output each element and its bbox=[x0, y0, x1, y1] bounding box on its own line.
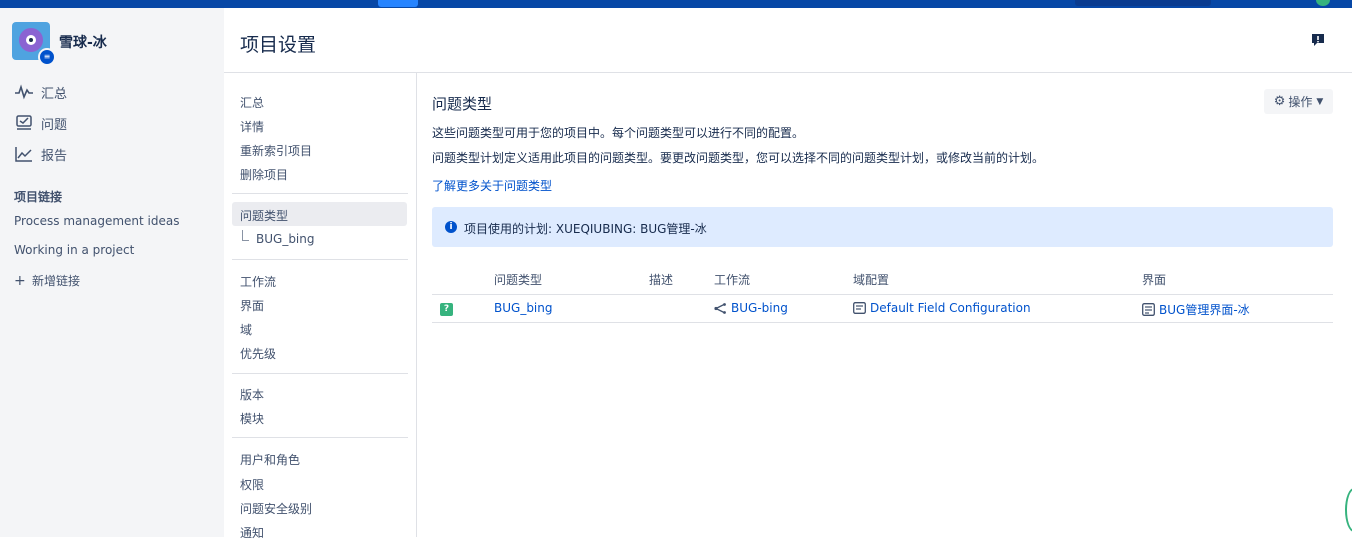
plus-icon: + bbox=[14, 273, 26, 289]
settings-nav-item-versions[interactable]: 版本 bbox=[240, 386, 264, 403]
project-link-item[interactable]: Process management ideas bbox=[14, 214, 179, 228]
column-header-workflow: 工作流 bbox=[714, 273, 751, 287]
workflow-label: BUG-bing bbox=[731, 301, 788, 315]
settings-nav-item-summary[interactable]: 汇总 bbox=[240, 94, 264, 111]
field-configuration-icon bbox=[853, 302, 866, 314]
top-navigation-bar bbox=[0, 0, 1352, 8]
issue-type-link[interactable]: BUG_bing bbox=[494, 301, 553, 315]
user-avatar[interactable] bbox=[1316, 0, 1330, 6]
column-header-issue-type: 问题类型 bbox=[494, 273, 543, 287]
sidebar-item-label: 报告 bbox=[41, 148, 68, 164]
nav-divider bbox=[232, 259, 408, 260]
gear-icon: ⚙ bbox=[1273, 94, 1286, 109]
page-title: 项目设置 bbox=[240, 34, 317, 56]
sidebar-item-label: 汇总 bbox=[41, 86, 68, 102]
settings-nav-item-priorities[interactable]: 优先级 bbox=[240, 345, 276, 362]
chevron-down-icon: ▼ bbox=[1316, 96, 1324, 107]
sidebar-item-summary[interactable]: 汇总 bbox=[14, 82, 67, 102]
sidebar-item-reports[interactable]: 报告 bbox=[14, 144, 67, 164]
column-header-description: 描述 bbox=[649, 273, 674, 287]
settings-nav-item-issue-types[interactable]: 问题类型 bbox=[240, 207, 288, 224]
description-text: 问题类型计划定义适用此项目的问题类型。要更改问题类型，您可以选择不同的问题类型计… bbox=[432, 151, 1045, 165]
project-avatar-face bbox=[19, 28, 43, 52]
workflow-icon bbox=[714, 302, 727, 314]
settings-nav-subitem-label: BUG_bing bbox=[256, 232, 315, 246]
sidebar-item-label: 问题 bbox=[41, 117, 68, 133]
nav-divider bbox=[232, 437, 408, 438]
project-avatar-badge-icon: ≡ bbox=[38, 48, 56, 66]
nav-divider bbox=[232, 373, 408, 374]
feedback-icon[interactable] bbox=[1311, 33, 1325, 47]
settings-nav-item-reindex[interactable]: 重新索引项目 bbox=[240, 142, 312, 159]
project-avatar[interactable]: ≡ bbox=[12, 22, 56, 66]
column-header-field-config: 域配置 bbox=[853, 273, 890, 287]
search-bar[interactable] bbox=[1075, 0, 1211, 6]
screen-link[interactable]: BUG管理界面-冰 bbox=[1142, 301, 1250, 318]
settings-nav-item-issue-security[interactable]: 问题安全级别 bbox=[240, 500, 312, 517]
add-link-button[interactable]: + 新增链接 bbox=[14, 272, 80, 289]
settings-nav-item-details[interactable]: 详情 bbox=[240, 118, 264, 135]
section-title: 问题类型 bbox=[432, 95, 493, 113]
project-links-heading: 项目链接 bbox=[14, 190, 63, 204]
workflow-link[interactable]: BUG-bing bbox=[714, 301, 788, 315]
screen-label: BUG管理界面-冰 bbox=[1159, 303, 1250, 317]
project-avatar-eye bbox=[26, 35, 36, 45]
actions-dropdown-button[interactable]: ⚙ 操作 ▼ bbox=[1264, 89, 1333, 114]
settings-nav-item-fields[interactable]: 域 bbox=[240, 321, 252, 338]
settings-nav-subitem-bug-bing[interactable]: BUG_bing bbox=[242, 230, 315, 246]
chart-icon bbox=[14, 146, 34, 162]
project-name[interactable]: 雪球-冰 bbox=[59, 32, 107, 52]
add-link-label: 新增链接 bbox=[32, 274, 81, 288]
settings-nav-item-components[interactable]: 模块 bbox=[240, 410, 264, 427]
issues-icon bbox=[14, 115, 34, 131]
sidebar-item-issues[interactable]: 问题 bbox=[14, 113, 67, 133]
pulse-icon bbox=[14, 84, 34, 100]
field-config-link[interactable]: Default Field Configuration bbox=[853, 301, 1031, 315]
settings-nav-item-notifications[interactable]: 通知 bbox=[240, 524, 264, 541]
project-link-item[interactable]: Working in a project bbox=[14, 243, 134, 257]
actions-label: 操作 bbox=[1288, 95, 1313, 109]
settings-nav-item-users-roles[interactable]: 用户和角色 bbox=[240, 451, 300, 468]
info-icon: i bbox=[445, 221, 457, 233]
description-text: 这些问题类型可用于您的项目中。每个问题类型可以进行不同的配置。 bbox=[432, 126, 805, 140]
question-icon: ? bbox=[440, 303, 453, 316]
learn-more-link[interactable]: 了解更多关于问题类型 bbox=[432, 177, 552, 194]
screen-icon bbox=[1142, 303, 1155, 316]
table-header-divider bbox=[432, 294, 1333, 295]
field-config-label: Default Field Configuration bbox=[870, 301, 1031, 315]
table-row-divider bbox=[432, 322, 1333, 323]
scheme-info-message: i 项目使用的计划: XUEQIUBING: BUG管理-冰 bbox=[432, 207, 1333, 247]
settings-nav-item-workflows[interactable]: 工作流 bbox=[240, 273, 276, 290]
settings-nav-item-screens[interactable]: 界面 bbox=[240, 297, 264, 314]
settings-nav-item-delete[interactable]: 删除项目 bbox=[240, 166, 288, 183]
nav-divider bbox=[232, 193, 408, 194]
settings-navigation: 汇总 详情 重新索引项目 删除项目 问题类型 BUG_bing 工作流 界面 域… bbox=[224, 73, 417, 540]
column-header-screen: 界面 bbox=[1142, 273, 1167, 287]
scheme-info-text: 项目使用的计划: XUEQIUBING: BUG管理-冰 bbox=[464, 222, 707, 236]
floating-help-button[interactable] bbox=[1345, 488, 1352, 532]
project-sidebar: ≡ 雪球-冰 汇总 问题 报告 项目链接 Process management … bbox=[0, 8, 224, 537]
tree-branch-icon bbox=[242, 230, 249, 241]
active-nav-tab[interactable] bbox=[378, 0, 418, 7]
settings-nav-item-permissions[interactable]: 权限 bbox=[240, 476, 264, 493]
